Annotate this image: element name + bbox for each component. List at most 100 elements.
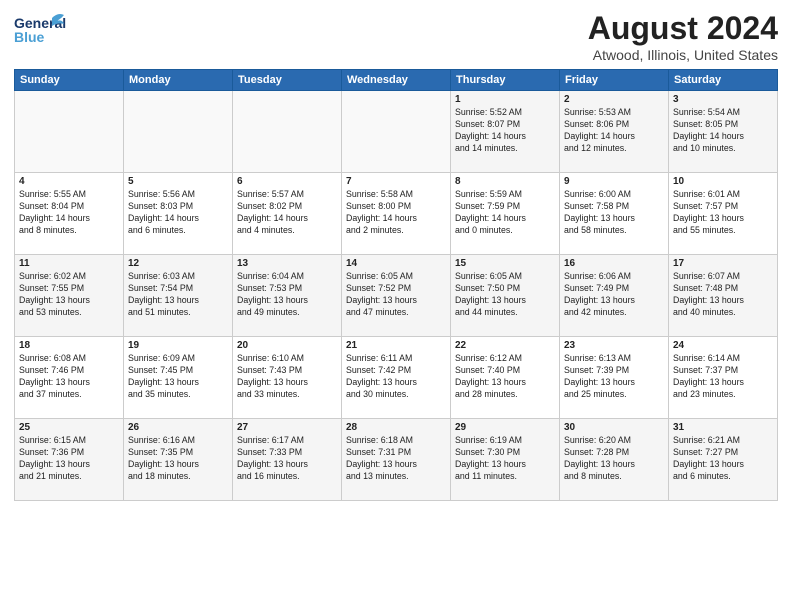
day-info: Sunrise: 5:53 AMSunset: 8:06 PMDaylight:… (564, 107, 664, 155)
day-info: Sunrise: 6:19 AMSunset: 7:30 PMDaylight:… (455, 435, 555, 483)
day-info: Sunrise: 6:00 AMSunset: 7:58 PMDaylight:… (564, 189, 664, 237)
day-number: 9 (564, 176, 664, 187)
day-info: Sunrise: 5:57 AMSunset: 8:02 PMDaylight:… (237, 189, 337, 237)
day-number: 25 (19, 422, 119, 433)
calendar-cell: 21 Sunrise: 6:11 AMSunset: 7:42 PMDayligh… (342, 337, 451, 419)
day-number: 2 (564, 94, 664, 105)
day-number: 21 (346, 340, 446, 351)
day-info: Sunrise: 6:02 AMSunset: 7:55 PMDaylight:… (19, 271, 119, 319)
day-number: 3 (673, 94, 773, 105)
calendar-week-3: 11Sunrise: 6:02 AMSunset: 7:55 PMDayligh… (15, 255, 778, 337)
calendar-cell: 3 Sunrise: 5:54 AMSunset: 8:05 PMDaylight… (669, 91, 778, 173)
calendar-cell (15, 91, 124, 173)
calendar-cell: 9 Sunrise: 6:00 AMSunset: 7:58 PMDaylight… (560, 173, 669, 255)
calendar-cell: 1 Sunrise: 5:52 AMSunset: 8:07 PMDaylight… (451, 91, 560, 173)
calendar-cell: 28 Sunrise: 6:18 AMSunset: 7:31 PMDayligh… (342, 419, 451, 501)
day-info: Sunrise: 6:06 AMSunset: 7:49 PMDaylight:… (564, 271, 664, 319)
day-info: Sunrise: 6:10 AMSunset: 7:43 PMDaylight:… (237, 353, 337, 401)
day-info: Sunrise: 6:05 AMSunset: 7:50 PMDaylight:… (455, 271, 555, 319)
calendar-cell: 15 Sunrise: 6:05 AMSunset: 7:50 PMDayligh… (451, 255, 560, 337)
calendar: Sunday Monday Tuesday Wednesday Thursday… (14, 69, 778, 501)
calendar-cell: 24 Sunrise: 6:14 AMSunset: 7:37 PMDayligh… (669, 337, 778, 419)
day-info: Sunrise: 6:03 AMSunset: 7:54 PMDaylight:… (128, 271, 228, 319)
calendar-cell: 22 Sunrise: 6:12 AMSunset: 7:40 PMDayligh… (451, 337, 560, 419)
calendar-cell (233, 91, 342, 173)
day-number: 8 (455, 176, 555, 187)
day-number: 16 (564, 258, 664, 269)
day-number: 12 (128, 258, 228, 269)
logo: General Blue (14, 10, 68, 52)
day-number: 15 (455, 258, 555, 269)
weekday-wednesday: Wednesday (342, 70, 451, 91)
calendar-cell: 7Sunrise: 5:58 AMSunset: 8:00 PMDaylight… (342, 173, 451, 255)
day-number: 26 (128, 422, 228, 433)
calendar-cell: 16 Sunrise: 6:06 AMSunset: 7:49 PMDayligh… (560, 255, 669, 337)
day-info: Sunrise: 5:59 AMSunset: 7:59 PMDaylight:… (455, 189, 555, 237)
day-info: Sunrise: 6:18 AMSunset: 7:31 PMDaylight:… (346, 435, 446, 483)
calendar-cell: 8 Sunrise: 5:59 AMSunset: 7:59 PMDaylight… (451, 173, 560, 255)
calendar-week-4: 18 Sunrise: 6:08 AMSunset: 7:46 PMDayligh… (15, 337, 778, 419)
subtitle: Atwood, Illinois, United States (588, 47, 778, 63)
day-info: Sunrise: 6:08 AMSunset: 7:46 PMDaylight:… (19, 353, 119, 401)
day-number: 22 (455, 340, 555, 351)
day-number: 14 (346, 258, 446, 269)
calendar-cell: 5Sunrise: 5:56 AMSunset: 8:03 PMDaylight… (124, 173, 233, 255)
day-number: 23 (564, 340, 664, 351)
calendar-cell: 17Sunrise: 6:07 AMSunset: 7:48 PMDayligh… (669, 255, 778, 337)
day-info: Sunrise: 6:14 AMSunset: 7:37 PMDaylight:… (673, 353, 773, 401)
day-info: Sunrise: 6:17 AMSunset: 7:33 PMDaylight:… (237, 435, 337, 483)
calendar-cell: 31 Sunrise: 6:21 AMSunset: 7:27 PMDayligh… (669, 419, 778, 501)
day-number: 5 (128, 176, 228, 187)
day-number: 17 (673, 258, 773, 269)
calendar-week-5: 25 Sunrise: 6:15 AMSunset: 7:36 PMDayligh… (15, 419, 778, 501)
title-block: August 2024 Atwood, Illinois, United Sta… (588, 10, 778, 63)
day-number: 6 (237, 176, 337, 187)
calendar-cell: 4Sunrise: 5:55 AMSunset: 8:04 PMDaylight… (15, 173, 124, 255)
day-info: Sunrise: 6:15 AMSunset: 7:36 PMDaylight:… (19, 435, 119, 483)
day-info: Sunrise: 6:20 AMSunset: 7:28 PMDaylight:… (564, 435, 664, 483)
weekday-tuesday: Tuesday (233, 70, 342, 91)
calendar-week-2: 4Sunrise: 5:55 AMSunset: 8:04 PMDaylight… (15, 173, 778, 255)
calendar-cell: 25 Sunrise: 6:15 AMSunset: 7:36 PMDayligh… (15, 419, 124, 501)
day-number: 1 (455, 94, 555, 105)
day-info: Sunrise: 6:13 AMSunset: 7:39 PMDaylight:… (564, 353, 664, 401)
calendar-cell: 10Sunrise: 6:01 AMSunset: 7:57 PMDayligh… (669, 173, 778, 255)
calendar-cell: 12 Sunrise: 6:03 AMSunset: 7:54 PMDayligh… (124, 255, 233, 337)
day-info: Sunrise: 6:11 AMSunset: 7:42 PMDaylight:… (346, 353, 446, 401)
calendar-cell: 23 Sunrise: 6:13 AMSunset: 7:39 PMDayligh… (560, 337, 669, 419)
calendar-week-1: 1 Sunrise: 5:52 AMSunset: 8:07 PMDaylight… (15, 91, 778, 173)
calendar-cell: 13Sunrise: 6:04 AMSunset: 7:53 PMDayligh… (233, 255, 342, 337)
day-number: 24 (673, 340, 773, 351)
day-number: 18 (19, 340, 119, 351)
main-title: August 2024 (588, 10, 778, 47)
day-number: 13 (237, 258, 337, 269)
calendar-header: Sunday Monday Tuesday Wednesday Thursday… (15, 70, 778, 91)
day-info: Sunrise: 5:55 AMSunset: 8:04 PMDaylight:… (19, 189, 119, 237)
weekday-saturday: Saturday (669, 70, 778, 91)
header: General Blue August 2024 Atwood, Illinoi… (14, 10, 778, 63)
svg-text:Blue: Blue (14, 29, 45, 45)
day-info: Sunrise: 6:21 AMSunset: 7:27 PMDaylight:… (673, 435, 773, 483)
calendar-cell: 27 Sunrise: 6:17 AMSunset: 7:33 PMDayligh… (233, 419, 342, 501)
day-number: 20 (237, 340, 337, 351)
day-number: 31 (673, 422, 773, 433)
weekday-thursday: Thursday (451, 70, 560, 91)
calendar-body: 1 Sunrise: 5:52 AMSunset: 8:07 PMDaylight… (15, 91, 778, 501)
calendar-cell: 11Sunrise: 6:02 AMSunset: 7:55 PMDayligh… (15, 255, 124, 337)
day-info: Sunrise: 5:52 AMSunset: 8:07 PMDaylight:… (455, 107, 555, 155)
day-info: Sunrise: 6:12 AMSunset: 7:40 PMDaylight:… (455, 353, 555, 401)
logo-icon: General Blue (14, 10, 66, 52)
day-number: 30 (564, 422, 664, 433)
day-info: Sunrise: 6:05 AMSunset: 7:52 PMDaylight:… (346, 271, 446, 319)
day-number: 27 (237, 422, 337, 433)
day-number: 10 (673, 176, 773, 187)
calendar-cell: 30 Sunrise: 6:20 AMSunset: 7:28 PMDayligh… (560, 419, 669, 501)
calendar-cell: 19Sunrise: 6:09 AMSunset: 7:45 PMDayligh… (124, 337, 233, 419)
weekday-sunday: Sunday (15, 70, 124, 91)
day-info: Sunrise: 5:54 AMSunset: 8:05 PMDaylight:… (673, 107, 773, 155)
weekday-friday: Friday (560, 70, 669, 91)
page: General Blue August 2024 Atwood, Illinoi… (0, 0, 792, 612)
calendar-cell: 2 Sunrise: 5:53 AMSunset: 8:06 PMDaylight… (560, 91, 669, 173)
day-number: 28 (346, 422, 446, 433)
day-info: Sunrise: 5:58 AMSunset: 8:00 PMDaylight:… (346, 189, 446, 237)
